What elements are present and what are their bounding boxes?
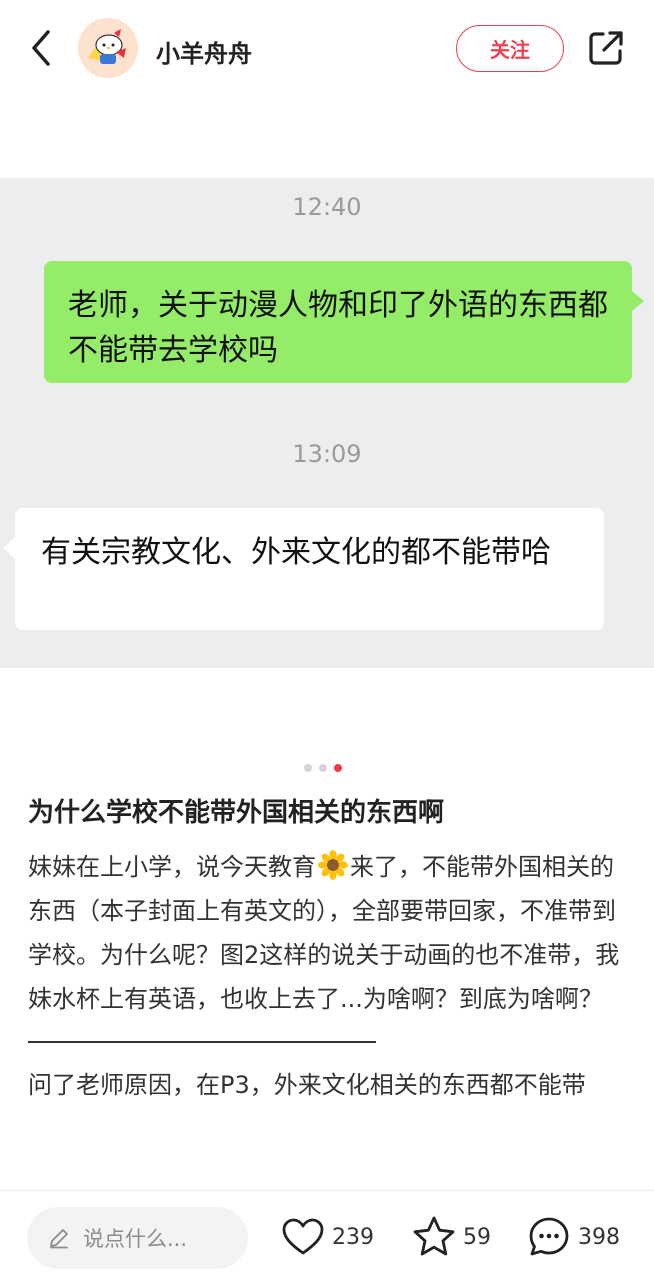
- like-count: 239: [332, 1224, 374, 1250]
- author-name[interactable]: 小羊舟舟: [156, 34, 252, 69]
- sent-message-bubble: 老师，关于动漫人物和印了外语的东西都不能带去学校吗: [44, 261, 644, 383]
- favorite-count: 59: [463, 1224, 491, 1250]
- carousel-dot-active[interactable]: [334, 764, 342, 772]
- divider: [28, 1041, 376, 1043]
- carousel-indicator: [304, 764, 342, 772]
- chat-screenshot-image[interactable]: 12:40 老师，关于动漫人物和印了外语的东西都不能带去学校吗 13:09 有关…: [0, 178, 654, 668]
- chat-bubble-icon: [529, 1217, 569, 1256]
- avatar[interactable]: [78, 18, 138, 78]
- comment-placeholder: 说点什么...: [83, 1227, 188, 1251]
- star-icon: [413, 1216, 455, 1256]
- chat-timestamp: 12:40: [292, 193, 362, 221]
- received-message-bubble: 有关宗教文化、外来文化的都不能带哈: [3, 508, 604, 630]
- favorite-button[interactable]: 59: [411, 1205, 491, 1269]
- post-body: 妹妹在上小学，说今天教育 来了，不能带外国相关的东西（本子封面上有英文的），全部要…: [28, 845, 634, 1107]
- chevron-left-icon[interactable]: [24, 26, 58, 70]
- sunflower-emoji-icon: [318, 850, 348, 880]
- follow-button[interactable]: 关注: [456, 25, 564, 72]
- like-button[interactable]: 239: [280, 1205, 374, 1269]
- post-body-text: 妹妹在上小学，说今天教育: [28, 853, 316, 881]
- comment-count: 398: [578, 1224, 620, 1250]
- share-icon[interactable]: [586, 28, 626, 68]
- heart-icon: [282, 1218, 324, 1255]
- carousel-dot[interactable]: [319, 764, 327, 772]
- chat-timestamp: 13:09: [292, 440, 362, 468]
- comment-button[interactable]: 398: [526, 1205, 620, 1269]
- post-body-text: 问了老师原因，在P3，外来文化相关的东西都不能带: [28, 1071, 586, 1099]
- comment-input[interactable]: 说点什么...: [27, 1207, 248, 1269]
- carousel-dot[interactable]: [304, 764, 312, 772]
- bottom-action-bar: 说点什么... 239 59 398: [0, 1190, 654, 1280]
- post-title: 为什么学校不能带外国相关的东西啊: [28, 798, 445, 828]
- top-nav-bar: 小羊舟舟 关注: [0, 0, 654, 100]
- pencil-icon: [50, 1229, 68, 1249]
